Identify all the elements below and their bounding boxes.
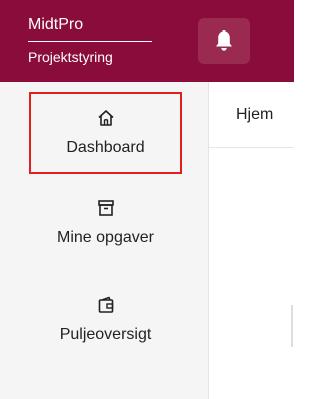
brand-name: MidtPro [28,16,84,33]
brand-subtitle: Projektstyring [28,49,113,65]
sidebar-item-label: Mine opgaver [57,229,154,246]
bell-icon [216,30,232,51]
sidebar-item-mine-opgaver[interactable]: Mine opgaver [29,182,182,264]
breadcrumb-home[interactable]: Hjem [236,105,273,125]
content-edge [291,305,293,347]
archive-box-icon [97,200,114,216]
sidebar-item-label: Dashboard [66,139,145,156]
sidebar-item-label: Puljeoversigt [59,326,152,343]
sidebar-item-puljeoversigt[interactable]: Puljeoversigt [29,279,182,361]
brand-logo[interactable]: MidtPro Projektstyring [28,15,152,66]
sidebar-item-dashboard[interactable]: Dashboard [29,92,182,174]
sidebar: Dashboard Mine opgaver Puljeoversigt [0,82,209,399]
notifications-button[interactable] [198,18,250,64]
home-icon [97,110,114,126]
top-bar: MidtPro Projektstyring [0,0,294,82]
header-divider [209,147,294,148]
wallet-icon [98,296,113,313]
brand-divider [28,41,152,42]
